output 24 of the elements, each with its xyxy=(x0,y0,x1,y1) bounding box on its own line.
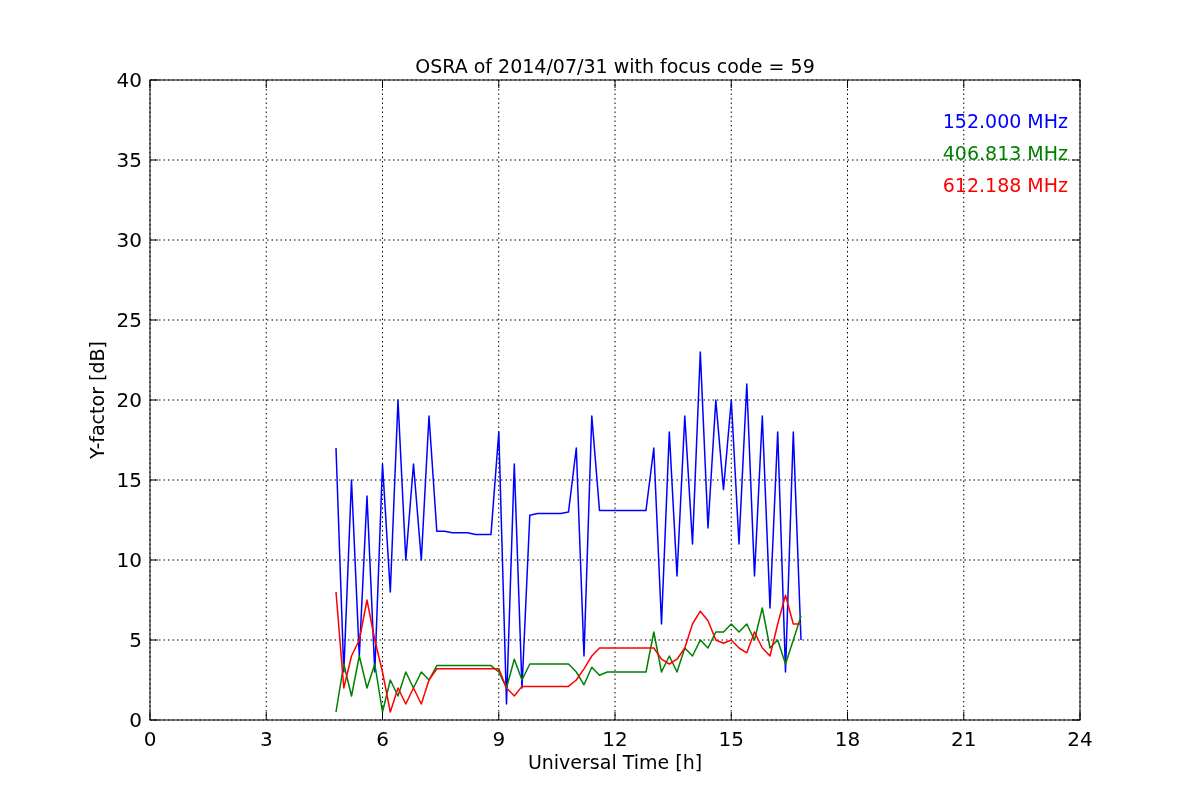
y-tick-label: 40 xyxy=(116,68,142,92)
y-tick-label: 0 xyxy=(129,708,142,732)
y-tick-label: 5 xyxy=(129,628,142,652)
legend-entry: 406.813 MHz xyxy=(942,142,1068,164)
y-tick-label: 20 xyxy=(116,388,142,412)
x-tick-label: 21 xyxy=(951,727,977,751)
x-tick-label: 24 xyxy=(1067,727,1093,751)
y-tick-label: 35 xyxy=(116,148,142,172)
x-tick-label: 15 xyxy=(718,727,744,751)
chart-title: OSRA of 2014/07/31 with focus code = 59 xyxy=(415,55,815,77)
legend-entry: 152.000 MHz xyxy=(942,110,1068,132)
x-tick-label: 3 xyxy=(259,727,273,751)
x-axis-label: Universal Time [h] xyxy=(527,751,703,773)
x-tick-label: 0 xyxy=(143,727,157,751)
y-tick-label: 30 xyxy=(116,228,142,252)
x-tick-label: 6 xyxy=(376,727,389,751)
x-tick-label: 12 xyxy=(602,727,628,751)
y-tick-label: 25 xyxy=(116,308,142,332)
x-tick-label: 18 xyxy=(834,727,861,751)
y-tick-label: 15 xyxy=(116,468,142,492)
y-tick-label: 10 xyxy=(116,548,142,572)
y-axis-label: Y-factor [dB] xyxy=(86,341,108,459)
legend-entry: 612.188 MHz xyxy=(942,174,1068,196)
x-tick-label: 9 xyxy=(492,727,506,751)
